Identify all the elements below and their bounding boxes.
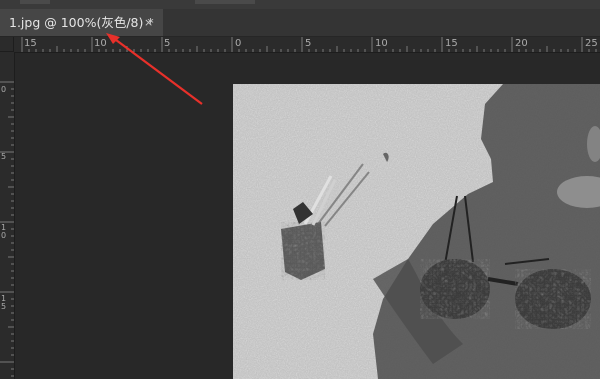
ruler-label: 5 (164, 38, 171, 49)
document-tab-bar: 1.jpg @ 100%(灰色/8) * × (0, 9, 600, 37)
ruler-label: 10 (94, 38, 107, 49)
ruler-label: 20 (515, 38, 528, 49)
ruler-label: 25 (585, 38, 598, 49)
document-tab-title: 1.jpg @ 100%(灰色/8) * (9, 15, 154, 30)
ruler-label: 15 (445, 38, 458, 49)
ruler-label: 0 (1, 85, 7, 94)
horizontal-ruler[interactable]: 15 10 5 0 5 10 15 20 25 (14, 37, 600, 53)
grayscale-photo[interactable] (233, 84, 600, 379)
ruler-label: 1 5 (1, 294, 7, 311)
options-bar-edge (195, 0, 255, 4)
ruler-label: 10 (375, 38, 388, 49)
ruler-label: 15 (24, 38, 37, 49)
ruler-label: 0 (235, 38, 242, 49)
ruler-ticks (0, 81, 14, 377)
document-tab[interactable]: 1.jpg @ 100%(灰色/8) * × (0, 9, 163, 36)
ruler-label: 1 0 (1, 223, 7, 240)
close-icon[interactable]: × (144, 9, 153, 36)
vertical-ruler[interactable]: 0 5 1 0 1 5 (0, 52, 15, 379)
ruler-origin[interactable] (0, 37, 14, 52)
options-bar-edge (20, 0, 50, 4)
options-bar-strip (0, 0, 600, 9)
ruler-label: 5 (305, 38, 312, 49)
ruler-label: 5 (1, 152, 7, 161)
